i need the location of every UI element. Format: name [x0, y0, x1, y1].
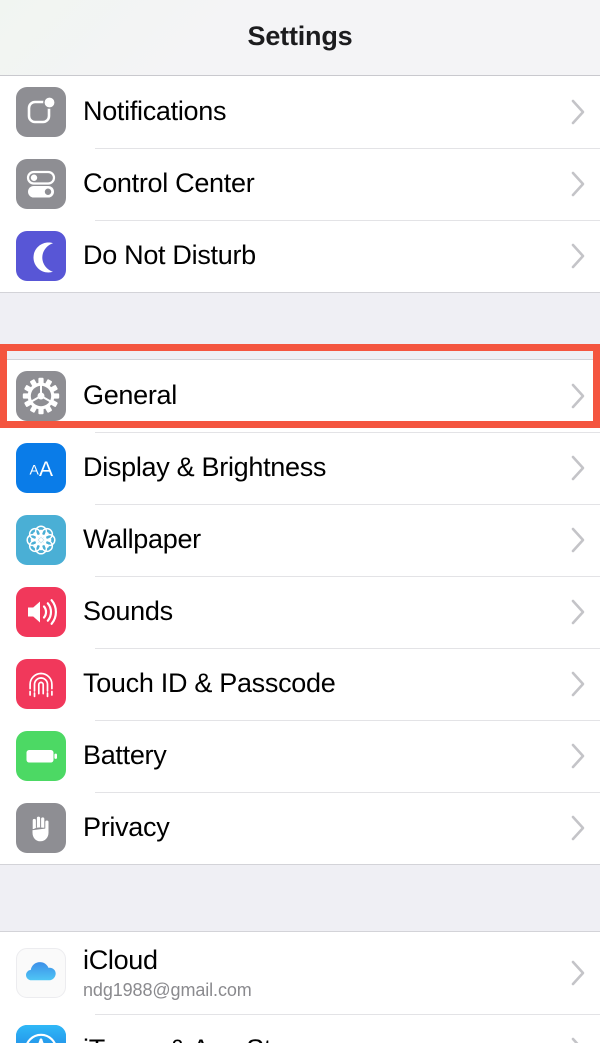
display-brightness-icon: AA — [16, 443, 66, 493]
page-title: Settings — [248, 21, 353, 54]
settings-row-control-center[interactable]: Control Center — [0, 148, 600, 220]
app-store-icon — [16, 1025, 66, 1043]
settings-row-do-not-disturb[interactable]: Do Not Disturb — [0, 220, 600, 292]
row-label: Notifications — [83, 96, 556, 127]
battery-icon — [16, 731, 66, 781]
chevron-right-icon — [556, 959, 600, 987]
row-label: Control Center — [83, 168, 556, 199]
row-label: iCloud — [83, 945, 556, 976]
settings-row-itunes-and-app-store[interactable]: iTunes & App Store — [0, 1014, 600, 1043]
notifications-icon — [16, 87, 66, 137]
row-text: Battery — [83, 740, 556, 771]
row-text: Do Not Disturb — [83, 240, 556, 271]
settings-row-wallpaper[interactable]: Wallpaper — [0, 504, 600, 576]
settings-row-sounds[interactable]: Sounds — [0, 576, 600, 648]
moon-icon — [16, 231, 66, 281]
chevron-right-icon — [556, 670, 600, 698]
settings-row-notifications[interactable]: Notifications — [0, 76, 600, 148]
chevron-right-icon — [556, 382, 600, 410]
gear-icon — [16, 371, 66, 421]
settings-group-device: General AA Display & Brightness Wallpaper So… — [0, 360, 600, 864]
svg-text:A: A — [30, 462, 40, 478]
row-label: Wallpaper — [83, 524, 556, 555]
row-label: Touch ID & Passcode — [83, 668, 556, 699]
row-subtitle: ndg1988@gmail.com — [83, 980, 556, 1001]
row-label: Sounds — [83, 596, 556, 627]
group-separator — [0, 292, 600, 360]
row-text: iTunes & App Store — [83, 1034, 556, 1043]
chevron-right-icon — [556, 526, 600, 554]
row-label: Do Not Disturb — [83, 240, 556, 271]
row-text: General — [83, 380, 556, 411]
group-separator — [0, 864, 600, 932]
chevron-right-icon — [556, 170, 600, 198]
row-text: Control Center — [83, 168, 556, 199]
sounds-icon — [16, 587, 66, 637]
row-label: General — [83, 380, 556, 411]
settings-row-icloud[interactable]: iCloud ndg1988@gmail.com — [0, 932, 600, 1014]
row-text: Wallpaper — [83, 524, 556, 555]
settings-row-battery[interactable]: Battery — [0, 720, 600, 792]
chevron-right-icon — [556, 98, 600, 126]
control-center-icon — [16, 159, 66, 209]
chevron-right-icon — [556, 598, 600, 626]
privacy-hand-icon — [16, 803, 66, 853]
settings-row-privacy[interactable]: Privacy — [0, 792, 600, 864]
chevron-right-icon — [556, 814, 600, 842]
settings-list: Notifications Control Center Do Not Distur… — [0, 76, 600, 1043]
row-text: iCloud ndg1988@gmail.com — [83, 945, 556, 1001]
row-text: Touch ID & Passcode — [83, 668, 556, 699]
row-label: Privacy — [83, 812, 556, 843]
navigation-bar: Settings — [0, 0, 600, 76]
settings-group-accounts: iCloud ndg1988@gmail.com iTunes & App Stor… — [0, 932, 600, 1043]
settings-group-alerts: Notifications Control Center Do Not Distur… — [0, 76, 600, 292]
row-text: Notifications — [83, 96, 556, 127]
row-label: Display & Brightness — [83, 452, 556, 483]
row-text: Privacy — [83, 812, 556, 843]
chevron-right-icon — [556, 242, 600, 270]
touch-id-icon — [16, 659, 66, 709]
chevron-right-icon — [556, 454, 600, 482]
icloud-icon — [16, 948, 66, 998]
row-text: Display & Brightness — [83, 452, 556, 483]
svg-text:A: A — [39, 458, 53, 481]
row-text: Sounds — [83, 596, 556, 627]
row-label: Battery — [83, 740, 556, 771]
settings-screen: Settings Notifications Control Center Do N… — [0, 0, 600, 1043]
settings-row-display-and-brightness[interactable]: AA Display & Brightness — [0, 432, 600, 504]
settings-row-touch-id-and-passcode[interactable]: Touch ID & Passcode — [0, 648, 600, 720]
wallpaper-icon — [16, 515, 66, 565]
settings-row-general[interactable]: General — [0, 360, 600, 432]
chevron-right-icon — [556, 742, 600, 770]
row-label: iTunes & App Store — [83, 1034, 556, 1043]
chevron-right-icon — [556, 1036, 600, 1043]
